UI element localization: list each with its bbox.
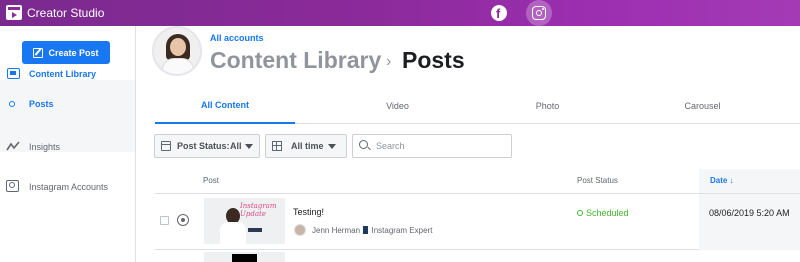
calendar-icon — [161, 141, 171, 151]
column-header-post[interactable]: Post — [203, 176, 219, 185]
sidebar-item-insights[interactable]: Insights — [0, 135, 135, 159]
status-filter-value: All — [230, 141, 242, 151]
sidebar-item-instagram-accounts[interactable]: Instagram Accounts — [0, 175, 135, 199]
sidebar-item-label: Content Library — [29, 69, 97, 79]
post-status-filter[interactable]: Post Status: All — [154, 134, 260, 158]
chevron-down-icon — [328, 144, 336, 149]
tab-video[interactable]: Video — [345, 88, 450, 124]
all-accounts-link[interactable]: All accounts — [210, 33, 264, 43]
tab-carousel[interactable]: Carousel — [650, 88, 755, 124]
sidebar-item-label: Instagram Accounts — [29, 182, 109, 192]
author-avatar — [294, 224, 306, 236]
date-range-value: All time — [291, 141, 324, 151]
column-header-date[interactable]: Date ↓ — [710, 176, 734, 185]
sidebar-item-label: Posts — [29, 99, 54, 109]
chevron-down-icon — [245, 144, 253, 149]
phone-icon — [363, 226, 369, 234]
row-checkbox[interactable] — [160, 216, 169, 225]
top-bar: Creator Studio f — [0, 0, 800, 26]
facebook-icon[interactable]: f — [491, 5, 507, 21]
instagram-tab[interactable] — [526, 0, 552, 26]
sidebar-item-content-library[interactable]: Content Library — [0, 62, 135, 86]
breadcrumb-separator-icon: › — [386, 53, 392, 70]
breadcrumb-content-library[interactable]: Content Library — [210, 47, 381, 74]
compose-icon — [33, 47, 44, 58]
status-filter-label: Post Status: — [177, 141, 230, 151]
thumbnail-image — [232, 254, 257, 262]
table-header: Post Post Status Date ↓ — [155, 169, 800, 194]
post-title[interactable]: Testing! — [293, 207, 324, 217]
author-role: Instagram Expert — [371, 226, 433, 235]
table-row[interactable]: Instagram Update Testing! Jenn Herman In… — [155, 194, 800, 250]
sidebar-item-label: Insights — [29, 142, 61, 152]
create-post-button[interactable]: Create Post — [22, 41, 110, 64]
dot-icon — [9, 101, 15, 107]
library-icon — [7, 68, 20, 79]
date-range-filter[interactable]: All time — [265, 134, 347, 158]
page-title: Posts — [402, 47, 465, 73]
status-dot-icon — [577, 210, 583, 216]
author-name: Jenn Herman — [312, 226, 361, 235]
search-input[interactable]: Search — [352, 134, 512, 158]
content-tabs: All Content Video Photo Carousel — [155, 88, 800, 124]
tab-photo[interactable]: Photo — [495, 88, 600, 124]
insights-icon — [6, 141, 20, 151]
tab-all-content[interactable]: All Content — [155, 88, 295, 124]
grid-calendar-icon — [272, 141, 282, 151]
status-badge: Scheduled — [586, 208, 629, 218]
post-type-icon — [177, 214, 189, 226]
post-date: 08/06/2019 5:20 AM — [709, 208, 790, 218]
thumbnail-text: Instagram Update — [240, 202, 277, 218]
instagram-icon — [532, 6, 546, 20]
sidebar-item-posts[interactable]: Posts — [0, 92, 135, 116]
creator-studio-logo-icon — [6, 5, 22, 20]
create-post-label: Create Post — [48, 47, 99, 58]
post-thumbnail[interactable]: Instagram Update — [204, 198, 285, 244]
app-title: Creator Studio — [27, 6, 105, 20]
post-author: Jenn Herman Instagram Expert — [312, 226, 432, 235]
account-avatar[interactable] — [152, 26, 202, 76]
instagram-accounts-icon — [6, 180, 19, 192]
search-icon — [359, 140, 368, 149]
column-header-status[interactable]: Post Status — [577, 176, 618, 185]
search-placeholder: Search — [376, 141, 405, 151]
